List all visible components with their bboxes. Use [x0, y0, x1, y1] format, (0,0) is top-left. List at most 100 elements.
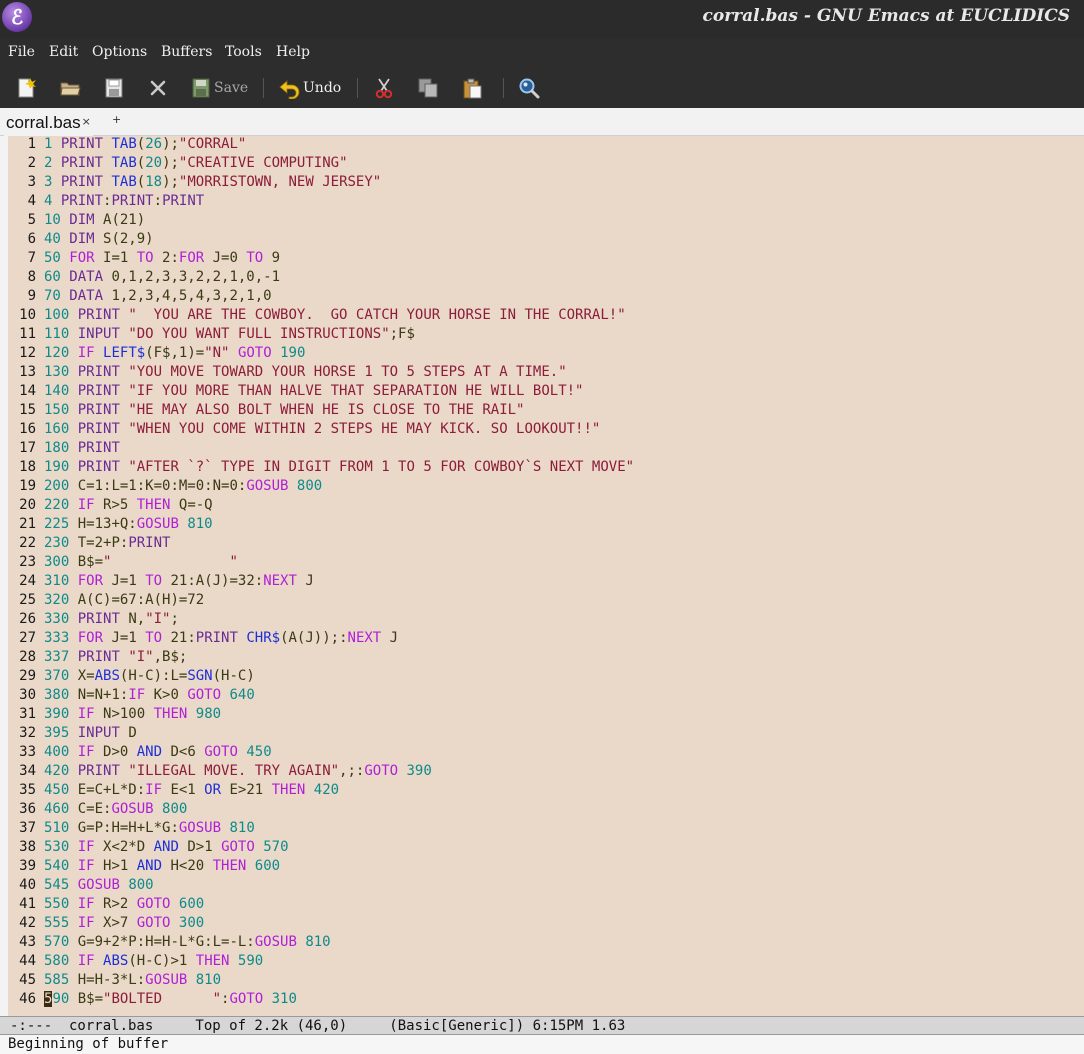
- code-line[interactable]: 7 50 FOR I=1 TO 2:FOR J=0 TO 9: [8, 250, 1084, 269]
- line-number: 3: [27, 174, 36, 190]
- code-line[interactable]: 24 310 FOR J=1 TO 21:A(J)=32:NEXT J: [8, 573, 1084, 592]
- line-number: 41: [19, 896, 36, 912]
- code-area[interactable]: 11 PRINT TAB(26);"CORRAL" 2 2 PRINT TAB(20…: [8, 136, 1084, 1010]
- code-line[interactable]: 26 330 PRINT N,"I";: [8, 611, 1084, 630]
- code-token: J=1: [103, 630, 146, 646]
- code-token: 810: [229, 820, 255, 836]
- code-token: H<20: [162, 858, 213, 874]
- code-line[interactable]: 11 110 INPUT "DO YOU WANT FULL INSTRUCTIO…: [8, 326, 1084, 345]
- code-line[interactable]: 21 225 H=13+Q:GOSUB 810: [8, 516, 1084, 535]
- code-line[interactable]: 31 390 IF N>100 THEN 980: [8, 706, 1084, 725]
- close-buffer-button[interactable]: [147, 76, 169, 100]
- code-line[interactable]: 27 333 FOR J=1 TO 21:PRINT CHR$(A(J));:NE…: [8, 630, 1084, 649]
- code-line[interactable]: 44 PRINT:PRINT:PRINT: [8, 193, 1084, 212]
- code-line[interactable]: 6 40 DIM S(2,9): [8, 231, 1084, 250]
- code-line[interactable]: 13 130 PRINT "YOU MOVE TOWARD YOUR HORSE …: [8, 364, 1084, 383]
- code-line[interactable]: 28 337 PRINT "I",B$;: [8, 649, 1084, 668]
- code-line[interactable]: 30 380 N=N+1:IF K>0 GOTO 640: [8, 687, 1084, 706]
- menu-buffers[interactable]: Buffers: [161, 44, 212, 60]
- paste-button[interactable]: [461, 76, 483, 100]
- menu-edit[interactable]: Edit: [49, 44, 78, 60]
- search-button[interactable]: [518, 76, 540, 100]
- code-line[interactable]: 23 300 B$=" ": [8, 554, 1084, 573]
- code-token: 800: [162, 801, 188, 817]
- line-number: 15: [19, 402, 36, 418]
- code-token: "N": [204, 345, 230, 361]
- code-line[interactable]: 10 100 PRINT " YOU ARE THE COWBOY. GO CAT…: [8, 307, 1084, 326]
- code-token: S(2,9): [94, 231, 154, 247]
- code-line[interactable]: 11 PRINT TAB(26);"CORRAL": [8, 136, 1084, 155]
- save-button[interactable]: Save: [191, 76, 248, 100]
- editor-buffer[interactable]: 11 PRINT TAB(26);"CORRAL" 2 2 PRINT TAB(20…: [0, 136, 1084, 1016]
- code-token: 420: [313, 782, 340, 798]
- code-token: 333: [44, 630, 70, 646]
- menu-help[interactable]: Help: [276, 44, 310, 60]
- code-line[interactable]: 35 450 E=C+L*D:IF E<1 OR E>21 THEN 420: [8, 782, 1084, 801]
- code-token: IF: [77, 345, 95, 361]
- code-line[interactable]: 17 180 PRINT: [8, 440, 1084, 459]
- line-number: 12: [19, 345, 36, 361]
- menu-options[interactable]: Options: [92, 44, 147, 60]
- code-line[interactable]: 19 200 C=1:L=1:K=0:M=0:N=0:GOSUB 800: [8, 478, 1084, 497]
- code-token: 420: [44, 763, 70, 779]
- code-line[interactable]: 14 140 PRINT "IF YOU MORE THAN HALVE THAT…: [8, 383, 1084, 402]
- code-line[interactable]: 25 320 A(C)=67:A(H)=72: [8, 592, 1084, 611]
- code-line[interactable]: 43 570 G=9+2*P:H=H-L*G:L=-L:GOSUB 810: [8, 934, 1084, 953]
- toolbar-separator: [263, 78, 264, 98]
- code-line[interactable]: 40 545 GOSUB 800: [8, 877, 1084, 896]
- code-line[interactable]: 37 510 G=P:H=H+L*G:GOSUB 810: [8, 820, 1084, 839]
- code-token: 530: [44, 839, 70, 855]
- new-tab-icon[interactable]: +: [112, 113, 121, 126]
- code-token: ,;:: [339, 763, 365, 779]
- code-token: DATA: [69, 288, 104, 304]
- cut-button[interactable]: [373, 76, 395, 100]
- code-line[interactable]: 42 555 IF X>7 GOTO 300: [8, 915, 1084, 934]
- code-line[interactable]: 9 70 DATA 1,2,3,4,5,4,3,2,1,0: [8, 288, 1084, 307]
- tab-corral-bas[interactable]: corral.bas ×: [4, 111, 93, 136]
- code-line[interactable]: 16 160 PRINT "WHEN YOU COME WITHIN 2 STEP…: [8, 421, 1084, 440]
- code-token: PRINT: [60, 155, 104, 171]
- code-line[interactable]: 33 400 IF D>0 AND D<6 GOTO 450: [8, 744, 1084, 763]
- code-line[interactable]: 32 395 INPUT D: [8, 725, 1084, 744]
- code-line[interactable]: 39 540 IF H>1 AND H<20 THEN 600: [8, 858, 1084, 877]
- code-token: OR: [204, 782, 222, 798]
- code-line[interactable]: 34 420 PRINT "ILLEGAL MOVE. TRY AGAIN",;:…: [8, 763, 1084, 782]
- code-token: G=9+2*P:H=H-L*G:L=-L:: [69, 934, 255, 950]
- code-line[interactable]: 18 190 PRINT "AFTER `?` TYPE IN DIGIT FRO…: [8, 459, 1084, 478]
- code-line[interactable]: 38 530 IF X<2*D AND D>1 GOTO 570: [8, 839, 1084, 858]
- title-bar: ℰ corral.bas - GNU Emacs at EUCLIDICS: [0, 0, 1084, 38]
- code-line[interactable]: 44 580 IF ABS(H-C)>1 THEN 590: [8, 953, 1084, 972]
- code-token: 21:: [162, 630, 196, 646]
- line-number: 19: [19, 478, 36, 494]
- code-line[interactable]: 22 PRINT TAB(20);"CREATIVE COMPUTING": [8, 155, 1084, 174]
- open-folder-button[interactable]: [59, 76, 81, 100]
- code-line[interactable]: 20 220 IF R>5 THEN Q=-Q: [8, 497, 1084, 516]
- code-token: 310: [44, 573, 70, 589]
- undo-button[interactable]: Undo: [278, 76, 341, 100]
- code-line[interactable]: 12 120 IF LEFT$(F$,1)="N" GOTO 190: [8, 345, 1084, 364]
- code-line[interactable]: 8 60 DATA 0,1,2,3,3,2,2,1,0,-1: [8, 269, 1084, 288]
- code-line[interactable]: 29 370 X=ABS(H-C):L=SGN(H-C): [8, 668, 1084, 687]
- tab-close-icon[interactable]: ×: [82, 115, 91, 128]
- copy-button[interactable]: [417, 76, 439, 100]
- code-token: IF: [77, 497, 95, 513]
- menu-tools[interactable]: Tools: [225, 44, 262, 60]
- code-line[interactable]: 41 550 IF R>2 GOTO 600: [8, 896, 1084, 915]
- line-number: 29: [19, 668, 36, 684]
- code-line[interactable]: 33 PRINT TAB(18);"MORRISTOWN, NEW JERSEY…: [8, 174, 1084, 193]
- code-line[interactable]: 15 150 PRINT "HE MAY ALSO BOLT WHEN HE IS…: [8, 402, 1084, 421]
- code-token: NEXT: [263, 573, 297, 589]
- code-token: 570: [263, 839, 289, 855]
- code-token: );: [162, 155, 179, 171]
- code-line[interactable]: 5 10 DIM A(21): [8, 212, 1084, 231]
- code-line[interactable]: 46 590 B$="BOLTED ":GOTO 310: [8, 991, 1084, 1010]
- new-file-button[interactable]: [15, 76, 37, 100]
- code-line[interactable]: 45 585 H=H-3*L:GOSUB 810: [8, 972, 1084, 991]
- code-line[interactable]: 36 460 C=E:GOSUB 800: [8, 801, 1084, 820]
- save-document-button[interactable]: [103, 76, 125, 100]
- code-line[interactable]: 22 230 T=2+P:PRINT: [8, 535, 1084, 554]
- menu-file[interactable]: File: [8, 44, 35, 60]
